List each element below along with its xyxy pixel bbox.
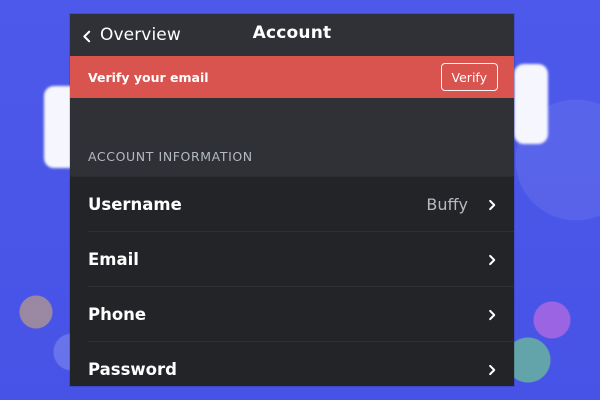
row-label: Phone <box>88 305 147 324</box>
section-spacer <box>70 98 514 136</box>
row-label: Password <box>88 360 177 379</box>
row-value: Buffy <box>426 195 468 214</box>
chevron-right-icon <box>486 364 498 376</box>
row-label: Username <box>88 195 182 214</box>
background-shape-right <box>514 64 548 144</box>
account-info-list: Username Buffy Email Phone Password <box>70 176 514 386</box>
chevron-right-icon <box>486 309 498 321</box>
row-email[interactable]: Email <box>70 232 514 287</box>
row-label: Email <box>88 250 139 269</box>
banner-text: Verify your email <box>88 69 209 85</box>
row-password[interactable]: Password <box>70 342 514 386</box>
page-title: Account <box>252 23 332 43</box>
chevron-right-icon <box>486 199 498 211</box>
phone-screen: Overview Account Verify your email Verif… <box>70 14 514 386</box>
chevron-right-icon <box>486 254 498 266</box>
verify-button[interactable]: Verify <box>440 63 498 91</box>
row-username[interactable]: Username Buffy <box>70 177 514 232</box>
top-bar: Overview Account <box>70 14 514 56</box>
verify-email-banner: Verify your email Verify <box>70 56 514 98</box>
section-header: ACCOUNT INFORMATION <box>88 148 253 164</box>
row-phone[interactable]: Phone <box>70 287 514 342</box>
